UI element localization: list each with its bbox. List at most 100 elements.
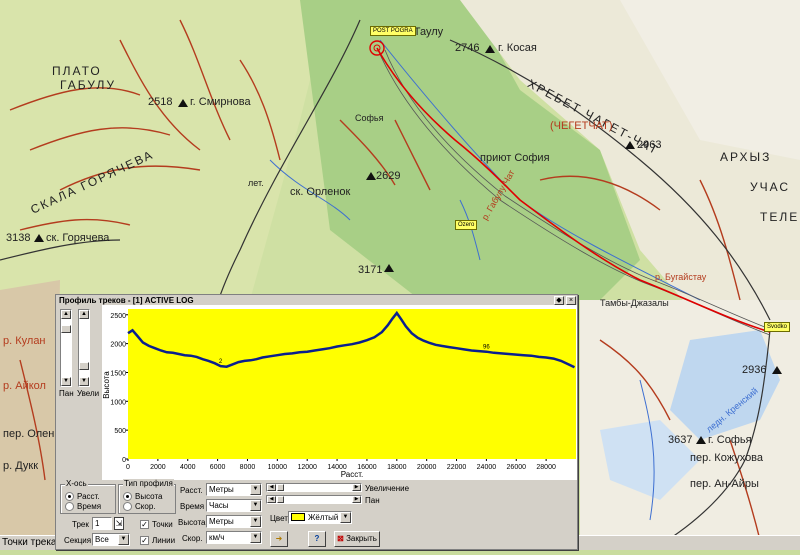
map-label-gabulu: ГАБУЛУ xyxy=(60,78,117,92)
chevron-down-icon[interactable]: ▼ xyxy=(118,534,129,545)
chevron-down-icon[interactable]: ▼ xyxy=(340,512,351,523)
slider-up-arrow-icon[interactable]: ▲ xyxy=(61,310,71,319)
slider-right-arrow-icon[interactable]: ▶ xyxy=(352,484,361,491)
elevation-profile-chart[interactable]: 0 500 1000 1500 2000 2500 0 2000 4000 6000 8000 10… xyxy=(102,305,577,480)
distance-units-value: Метры xyxy=(209,485,234,494)
waypoint-post-pogra[interactable]: POST POGRA xyxy=(370,26,416,36)
zoom-horizontal-label: Увеличение xyxy=(365,484,410,493)
map-label-kulan: р. Кулан xyxy=(3,335,46,347)
map-label-uchas: УЧАС xyxy=(750,180,791,194)
chevron-down-icon[interactable]: ▼ xyxy=(250,500,261,511)
plot-background xyxy=(128,309,576,459)
slider-left-arrow-icon[interactable]: ◀ xyxy=(267,496,276,503)
x-tick-label: 20000 xyxy=(417,464,437,471)
waypoint-ozero[interactable]: Ozero xyxy=(455,220,478,230)
map-label-g-sofia: г. Софья xyxy=(708,434,752,446)
x-axis-distance-label: Расст. xyxy=(77,492,100,501)
restore-icon[interactable]: ◆ xyxy=(554,296,564,305)
map-label-tamby: Тамбы-Джазалы xyxy=(600,298,669,308)
x-tick-label: 4000 xyxy=(180,464,196,471)
x-tick-label: 10000 xyxy=(268,464,288,471)
distance-units-select[interactable]: Метры ▼ xyxy=(206,483,262,496)
help-button[interactable]: ? xyxy=(308,531,326,547)
peak-icon xyxy=(772,366,782,374)
close-window-button[interactable]: ⊠ Закрыть xyxy=(334,531,380,547)
section-value: Все xyxy=(95,535,109,544)
close-icon[interactable]: × xyxy=(566,296,576,305)
map-label-bugaistau: р. Бугайстау xyxy=(655,272,707,282)
speed-units-label: Скор. xyxy=(182,534,203,543)
slider-down-arrow-icon[interactable]: ▼ xyxy=(79,377,89,386)
close-window-icon: ⊠ xyxy=(337,534,344,543)
x-tick-label: 28000 xyxy=(536,464,556,471)
y-tick-label: 1500 xyxy=(110,370,126,377)
slider-thumb[interactable] xyxy=(277,496,284,503)
profile-height-radio[interactable] xyxy=(123,492,132,501)
map-label-chegetchat: (ЧЕГЕТЧАТ) xyxy=(550,120,613,132)
map-label-orlenok-elev: 2629 xyxy=(376,170,401,182)
track-picker-icon[interactable]: ⇲ xyxy=(114,517,124,530)
y-tick-label: 2000 xyxy=(110,342,126,349)
slider-right-arrow-icon[interactable]: ▶ xyxy=(352,496,361,503)
x-tick-label: 6000 xyxy=(210,464,226,471)
zoom-horizontal-slider[interactable]: ◀ ▶ xyxy=(266,483,362,492)
speed-units-value: км/ч xyxy=(209,533,225,542)
height-units-select[interactable]: Метры ▼ xyxy=(206,515,262,528)
x-tick-label: 24000 xyxy=(477,464,497,471)
section-select[interactable]: Все ▼ xyxy=(92,533,130,546)
x-tick-label: 22000 xyxy=(447,464,467,471)
section-label: Секция xyxy=(64,536,92,545)
lines-checkbox[interactable]: ✓ xyxy=(140,536,149,545)
color-select[interactable]: Жёлтый ▼ xyxy=(288,511,352,524)
color-swatch xyxy=(291,513,305,521)
export-button[interactable]: ➜ xyxy=(270,531,288,547)
map-label-ayikol: р. Айкол xyxy=(3,380,46,392)
slider-left-arrow-icon[interactable]: ◀ xyxy=(267,484,276,491)
map-label-sofia-hut: приют София xyxy=(480,152,550,164)
slider-thumb[interactable] xyxy=(61,325,71,333)
map-label-goryacheva-elev: 3138 xyxy=(6,232,31,244)
speed-units-select[interactable]: км/ч ▼ xyxy=(206,531,262,544)
peak-icon xyxy=(34,234,44,242)
y-axis-label: Высота xyxy=(102,371,111,399)
map-label-dukk: р. Дукк xyxy=(3,460,39,472)
map-label-arkhyz: АРХЫЗ xyxy=(720,150,772,164)
y-axis: 0 500 1000 1500 2000 2500 xyxy=(110,313,128,464)
y-tick-label: 1000 xyxy=(110,399,126,406)
chevron-down-icon[interactable]: ▼ xyxy=(250,532,261,543)
map-label-kosaya-elev: 2746 xyxy=(455,42,480,54)
profile-speed-radio[interactable] xyxy=(123,502,132,511)
zoom-vertical-slider[interactable]: ▲ ▼ xyxy=(78,309,90,387)
export-icon: ➜ xyxy=(275,534,283,543)
map-label-smirnova-elev: 2518 xyxy=(148,96,173,108)
slider-down-arrow-icon[interactable]: ▼ xyxy=(61,377,71,386)
distance-units-label: Расст. xyxy=(180,486,203,495)
track-label: Трек xyxy=(72,520,89,529)
close-window-label: Закрыть xyxy=(346,534,377,543)
x-axis-distance-radio[interactable] xyxy=(65,492,74,501)
map-label-sofia-lake: Софья xyxy=(355,113,384,123)
pan-vertical-slider[interactable]: ▲ ▼ xyxy=(60,309,72,387)
chevron-down-icon[interactable]: ▼ xyxy=(250,484,261,495)
time-units-label: Время xyxy=(180,502,205,511)
y-tick-label: 500 xyxy=(114,428,126,435)
color-label: Цвет xyxy=(270,514,288,523)
peak-icon xyxy=(178,99,188,107)
waypoint-svodko[interactable]: Svodko xyxy=(764,322,791,332)
pan-horizontal-slider[interactable]: ◀ ▶ xyxy=(266,495,362,504)
track-number-input[interactable]: 1 xyxy=(92,517,112,530)
chart-annotation: 96 xyxy=(483,345,490,351)
x-tick-label: 12000 xyxy=(297,464,317,471)
slider-thumb[interactable] xyxy=(277,484,284,491)
x-axis-time-radio[interactable] xyxy=(65,502,74,511)
height-units-label: Высота xyxy=(178,518,206,527)
slider-up-arrow-icon[interactable]: ▲ xyxy=(79,310,89,319)
points-checkbox[interactable]: ✓ xyxy=(140,520,149,529)
x-tick-label: 8000 xyxy=(240,464,256,471)
chevron-down-icon[interactable]: ▼ xyxy=(250,516,261,527)
time-units-select[interactable]: Часы ▼ xyxy=(206,499,262,512)
points-label: Точки xyxy=(152,520,173,529)
map-label-kozhukhova: пер. Кожухова xyxy=(690,452,764,464)
chart-svg: 0 500 1000 1500 2000 2500 0 2000 4000 6000 8000 10… xyxy=(102,309,576,479)
slider-thumb[interactable] xyxy=(79,362,89,370)
